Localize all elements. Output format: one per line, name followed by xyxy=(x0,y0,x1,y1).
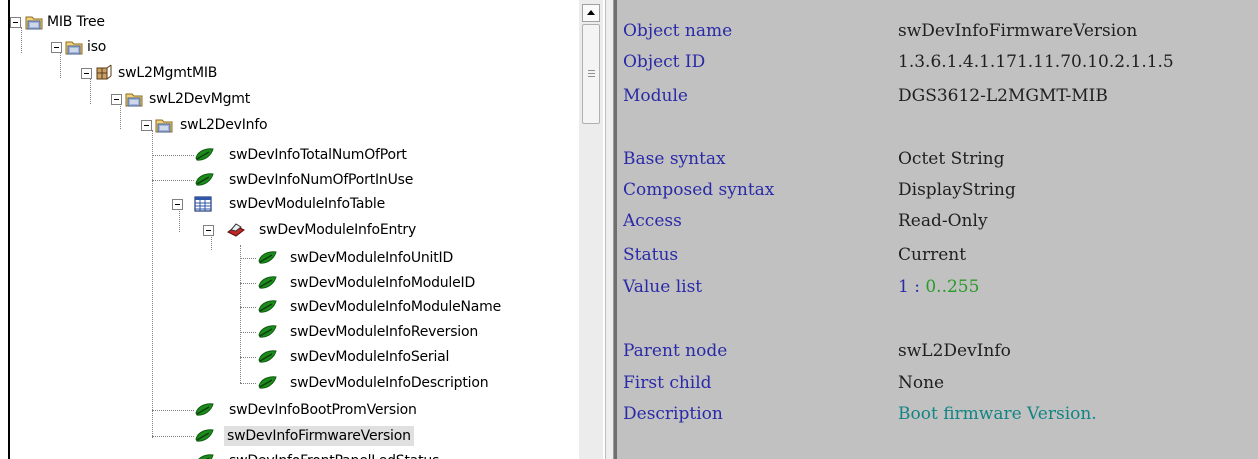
detail-value: Octet String xyxy=(898,149,1005,169)
detail-value: swDevInfoFirmwareVersion xyxy=(898,21,1138,41)
entry-icon xyxy=(226,221,246,239)
tree-node-label: swDevModuleInfoTable xyxy=(229,196,386,212)
folder-icon xyxy=(64,38,84,56)
tree-node-label: swDevInfoNumOfPortInUse xyxy=(229,172,414,188)
tree-node-label: MIB Tree xyxy=(47,14,105,30)
detail-label: First child xyxy=(623,373,712,393)
tree-node-label: swDevInfoBootPromVersion xyxy=(229,402,417,418)
tree-node-label: iso xyxy=(87,39,107,55)
collapse-toggle[interactable] xyxy=(141,120,152,131)
detail-label: Value list xyxy=(623,277,703,297)
collapse-toggle[interactable] xyxy=(10,17,21,28)
leaf-icon xyxy=(194,401,214,419)
detail-value: Boot firmware Version. xyxy=(898,404,1097,424)
scroll-up-button[interactable] xyxy=(582,4,600,22)
folder-icon xyxy=(24,13,44,31)
collapse-toggle[interactable] xyxy=(81,68,92,79)
detail-label: Object ID xyxy=(623,52,706,72)
object-details-panel: Object name swDevInfoFirmwareVersion Obj… xyxy=(614,0,1258,459)
leaf-icon xyxy=(194,452,214,459)
tree-node-label: swL2DevInfo xyxy=(180,117,268,133)
detail-label: Module xyxy=(623,86,688,106)
leaf-icon xyxy=(257,249,277,267)
tree-scrollbar[interactable] xyxy=(579,0,603,459)
leaf-icon xyxy=(257,323,277,341)
detail-value: DisplayString xyxy=(898,180,1016,200)
detail-label: Base syntax xyxy=(623,149,726,169)
folder-icon xyxy=(154,116,174,134)
leaf-icon xyxy=(194,146,214,164)
value-list-range: 0..255 xyxy=(925,277,980,297)
detail-value: 1 : 0..255 xyxy=(898,274,979,300)
detail-label: Description xyxy=(623,404,723,424)
collapse-toggle[interactable] xyxy=(172,199,183,210)
tree-node-label: swL2DevMgmt xyxy=(149,91,251,107)
detail-label: Status xyxy=(623,245,679,265)
collapse-toggle[interactable] xyxy=(111,94,122,105)
detail-value: Read-Only xyxy=(898,211,988,231)
collapse-toggle[interactable] xyxy=(203,225,214,236)
tree-node-label-selected: swDevInfoFirmwareVersion xyxy=(224,426,414,446)
tree-node-label: swDevModuleInfoModuleID xyxy=(290,275,476,291)
tree-node-label: swDevInfoTotalNumOfPort xyxy=(229,147,407,163)
collapse-toggle[interactable] xyxy=(51,42,62,53)
leaf-icon xyxy=(257,348,277,366)
detail-label: Composed syntax xyxy=(623,180,775,200)
table-icon xyxy=(193,195,213,213)
value-list-index: 1 : xyxy=(898,277,926,297)
panel-border xyxy=(8,0,10,459)
leaf-icon xyxy=(194,171,214,189)
detail-value: 1.3.6.1.4.1.171.11.70.10.2.1.1.5 xyxy=(898,52,1174,72)
folder-icon xyxy=(124,90,144,108)
tree-node-label: swDevModuleInfoReversion xyxy=(290,324,479,340)
detail-value: None xyxy=(898,373,945,393)
detail-label: Parent node xyxy=(623,341,728,361)
detail-value: DGS3612-L2MGMT-MIB xyxy=(898,86,1108,106)
tree-node-label: swL2MgmtMIB xyxy=(118,65,218,81)
panel-edge xyxy=(614,0,617,459)
mib-tree-panel[interactable]: MIB Tree iso swL2MgmtMIB swL2DevMgmt swL… xyxy=(0,0,578,459)
detail-label: Object name xyxy=(623,21,733,41)
tree-node-label: swDevModuleInfoUnitID xyxy=(290,250,454,266)
tree-node-label: swDevModuleInfoSerial xyxy=(290,349,450,365)
splitter[interactable] xyxy=(605,0,614,459)
tree-node-label: swDevModuleInfoModuleName xyxy=(290,299,502,315)
leaf-icon xyxy=(257,374,277,392)
leaf-icon xyxy=(194,427,214,445)
leaf-icon xyxy=(257,298,277,316)
tree-node-label: swDevInfoFrontPanelLedStatus xyxy=(226,451,442,459)
tree-node-label: swDevModuleInfoEntry xyxy=(259,222,417,238)
detail-value: swL2DevInfo xyxy=(898,341,1011,361)
detail-label: Access xyxy=(623,211,682,231)
tree-node-label: swDevModuleInfoDescription xyxy=(290,375,489,391)
detail-value: Current xyxy=(898,245,967,265)
module-icon xyxy=(94,64,114,82)
leaf-icon xyxy=(257,274,277,292)
scroll-thumb[interactable] xyxy=(582,24,600,124)
